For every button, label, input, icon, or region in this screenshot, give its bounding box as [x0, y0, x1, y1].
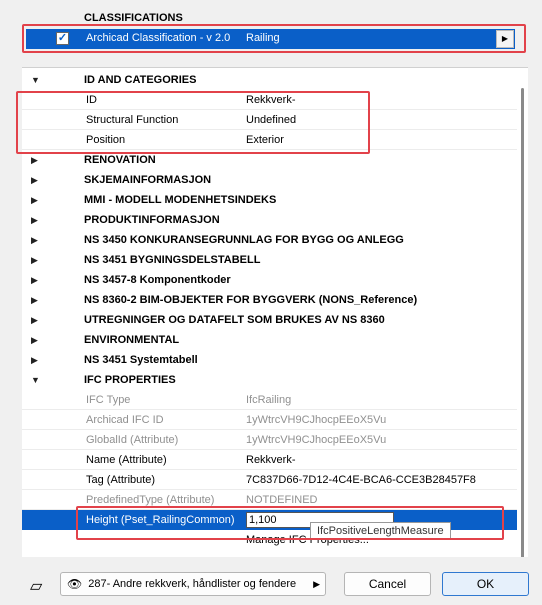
- expand-triangle-icon[interactable]: ▶: [31, 155, 38, 166]
- property-value[interactable]: 7C837D66-7D12-4C4E-BCA6-CCE3B28457F8: [246, 474, 476, 486]
- classification-system-name: Archicad Classification - v 2.0: [86, 32, 231, 44]
- property-label: Tag (Attribute): [86, 474, 156, 486]
- group-id-categories[interactable]: ▼ ID AND CATEGORIES: [22, 70, 517, 90]
- group-label: ID AND CATEGORIES: [84, 74, 197, 86]
- property-row-archicad-ifc-id: Archicad IFC ID 1yWtrcVH9CJhocpEEoX5Vu: [22, 410, 517, 430]
- property-label: Structural Function: [86, 114, 179, 126]
- expand-triangle-icon[interactable]: ▶: [31, 255, 38, 266]
- expand-triangle-icon[interactable]: ▶: [31, 235, 38, 246]
- group-label: NS 3450 KONKURANSEGRUNNLAG FOR BYGG OG A…: [84, 234, 404, 246]
- layer-selector[interactable]: 👁 287- Andre rekkverk, håndlister og fen…: [60, 572, 326, 596]
- group-ns8360-bim[interactable]: ▶ NS 8360-2 BIM-OBJEKTER FOR BYGGVERK (N…: [22, 290, 517, 310]
- group-ns3457[interactable]: ▶ NS 3457-8 Komponentkoder: [22, 270, 517, 290]
- group-label: NS 8360-2 BIM-OBJEKTER FOR BYGGVERK (NON…: [84, 294, 418, 306]
- property-value: IfcRailing: [246, 394, 292, 406]
- expand-triangle-icon[interactable]: ▶: [31, 275, 38, 286]
- property-row-tag-attribute[interactable]: Tag (Attribute) 7C837D66-7D12-4C4E-BCA6-…: [22, 470, 517, 490]
- group-ns3451[interactable]: ▶ NS 3451 BYGNINGSDELSTABELL: [22, 250, 517, 270]
- group-label: UTREGNINGER OG DATAFELT SOM BRUKES AV NS…: [84, 314, 385, 326]
- expand-triangle-icon[interactable]: ▶: [31, 175, 38, 186]
- group-label: MMI - MODELL MODENHETSINDEKS: [84, 194, 277, 206]
- scrollbar-thumb[interactable]: [521, 88, 524, 557]
- property-row-structural-function[interactable]: Structural Function Undefined: [22, 110, 517, 130]
- layers-icon: ▱: [30, 578, 43, 595]
- group-mmi[interactable]: ▶ MMI - MODELL MODENHETSINDEKS: [22, 190, 517, 210]
- classifications-section: CLASSIFICATIONS ✓ Archicad Classificatio…: [0, 0, 542, 66]
- property-label: GlobalId (Attribute): [86, 434, 179, 446]
- group-label: SKJEMAINFORMASJON: [84, 174, 212, 186]
- property-value[interactable]: Rekkverk-: [246, 94, 296, 106]
- group-ns3451-system[interactable]: ▶ NS 3451 Systemtabell: [22, 350, 517, 370]
- vertical-scrollbar[interactable]: [519, 68, 528, 557]
- property-row-predefined-type: PredefinedType (Attribute) NOTDEFINED: [22, 490, 517, 510]
- property-value: NOTDEFINED: [246, 494, 318, 506]
- property-label: Archicad IFC ID: [86, 414, 164, 426]
- property-label: Name (Attribute): [86, 454, 167, 466]
- group-utregninger[interactable]: ▶ UTREGNINGER OG DATAFELT SOM BRUKES AV …: [22, 310, 517, 330]
- expand-triangle-icon[interactable]: ▶: [31, 295, 38, 306]
- expand-triangle-icon[interactable]: ▶: [31, 215, 38, 226]
- expand-triangle-icon[interactable]: ▶: [31, 355, 38, 366]
- group-skjema[interactable]: ▶ SKJEMAINFORMASJON: [22, 170, 517, 190]
- property-value[interactable]: Undefined: [246, 114, 296, 126]
- group-produkt[interactable]: ▶ PRODUKTINFORMASJON: [22, 210, 517, 230]
- classifications-title: CLASSIFICATIONS: [84, 12, 183, 24]
- eye-icon: 👁: [67, 577, 83, 591]
- layer-name: 287- Andre rekkverk, håndlister og fende…: [88, 578, 297, 590]
- property-label: ID: [86, 94, 97, 106]
- group-renovation[interactable]: ▶ RENOVATION: [22, 150, 517, 170]
- group-label: RENOVATION: [84, 154, 156, 166]
- group-environmental[interactable]: ▶ ENVIRONMENTAL: [22, 330, 517, 350]
- group-label: NS 3451 Systemtabell: [84, 354, 198, 366]
- property-row-position[interactable]: Position Exterior: [22, 130, 517, 150]
- group-label: PRODUKTINFORMASJON: [84, 214, 220, 226]
- group-label: ENVIRONMENTAL: [84, 334, 180, 346]
- expand-triangle-icon[interactable]: ▶: [31, 335, 38, 346]
- property-value: 1yWtrcVH9CJhocpEEoX5Vu: [246, 414, 387, 426]
- property-row-id[interactable]: ID Rekkverk-: [22, 90, 517, 110]
- property-label: PredefinedType (Attribute): [86, 494, 215, 506]
- classification-chevron-right-icon[interactable]: ▶: [496, 30, 514, 48]
- cancel-button[interactable]: Cancel: [344, 572, 431, 596]
- properties-panel: ▼ ID AND CATEGORIES ID Rekkverk- Structu…: [22, 67, 528, 557]
- property-label: IFC Type: [86, 394, 131, 406]
- group-ns3450[interactable]: ▶ NS 3450 KONKURANSEGRUNNLAG FOR BYGG OG…: [22, 230, 517, 250]
- classification-row[interactable]: ✓ Archicad Classification - v 2.0 Railin…: [26, 29, 515, 49]
- property-row-globalid: GlobalId (Attribute) 1yWtrcVH9CJhocpEEoX…: [22, 430, 517, 450]
- classification-value[interactable]: Railing: [246, 32, 280, 44]
- expand-triangle-icon[interactable]: ▶: [31, 195, 38, 206]
- group-ifc-properties[interactable]: ▼ IFC PROPERTIES: [22, 370, 517, 390]
- property-value[interactable]: Rekkverk-: [246, 454, 296, 466]
- property-label: Position: [86, 134, 126, 146]
- chevron-right-icon: ▶: [313, 578, 320, 589]
- property-row-ifc-type: IFC Type IfcRailing: [22, 390, 517, 410]
- property-value: 1yWtrcVH9CJhocpEEoX5Vu: [246, 434, 387, 446]
- property-value[interactable]: Exterior: [246, 134, 284, 146]
- group-label: NS 3451 BYGNINGSDELSTABELL: [84, 254, 261, 266]
- classification-checkbox[interactable]: ✓: [56, 32, 69, 45]
- property-row-name-attribute[interactable]: Name (Attribute) Rekkverk-: [22, 450, 517, 470]
- collapse-triangle-icon[interactable]: ▼: [31, 75, 40, 85]
- group-label: NS 3457-8 Komponentkoder: [84, 274, 231, 286]
- property-label: Height (Pset_RailingCommon): [86, 514, 235, 526]
- type-tooltip: IfcPositiveLengthMeasure: [310, 522, 451, 540]
- group-label: IFC PROPERTIES: [84, 374, 176, 386]
- ok-button[interactable]: OK: [442, 572, 529, 596]
- footer-bar: ▱ 👁 287- Andre rekkverk, håndlister og f…: [0, 560, 542, 605]
- collapse-triangle-icon[interactable]: ▼: [31, 375, 40, 385]
- expand-triangle-icon[interactable]: ▶: [31, 315, 38, 326]
